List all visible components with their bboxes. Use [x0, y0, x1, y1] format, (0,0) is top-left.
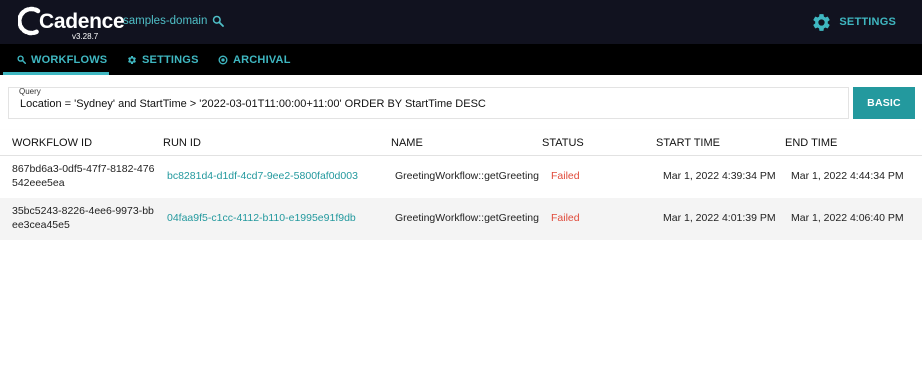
tab-archival[interactable]: ARCHIVAL — [218, 44, 291, 75]
tab-label: SETTINGS — [142, 53, 199, 66]
tab-label: WORKFLOWS — [31, 53, 108, 66]
cadence-logo[interactable]: Cadence v3.28.7 — [18, 5, 125, 41]
settings-label: SETTINGS — [839, 16, 896, 28]
query-label: Query — [19, 87, 41, 96]
version-label: v3.28.7 — [72, 32, 99, 41]
table-row: 35bc5243-8226-4ee6-9973-bbee3cea45e5 04f… — [0, 198, 922, 240]
status-badge: Failed — [551, 212, 580, 224]
search-icon[interactable] — [212, 15, 224, 27]
basic-mode-button[interactable]: BASIC — [853, 87, 915, 119]
start-time-cell: Mar 1, 2022 4:39:34 PM — [663, 170, 776, 182]
end-time-cell: Mar 1, 2022 4:44:34 PM — [791, 170, 904, 182]
tab-workflows[interactable]: WORKFLOWS — [3, 44, 109, 75]
workflow-id-cell: 867bd6a3-0df5-47f7-8182-476542eee5ea — [12, 163, 155, 189]
column-header-workflow-id: WORKFLOW ID — [12, 137, 93, 149]
logo-text: Cadence — [39, 10, 125, 33]
column-header-name: NAME — [391, 137, 423, 149]
domain-link[interactable]: samples-domain — [123, 15, 207, 27]
query-input[interactable]: Location = 'Sydney' and StartTime > '202… — [20, 98, 486, 110]
table-header: WORKFLOW ID RUN ID NAME STATUS START TIM… — [0, 130, 922, 156]
end-time-cell: Mar 1, 2022 4:06:40 PM — [791, 212, 904, 224]
run-id-link[interactable]: bc8281d4-d1df-4cd7-9ee2-5800faf0d003 — [167, 170, 358, 182]
column-header-end-time: END TIME — [785, 137, 838, 149]
run-id-link[interactable]: 04faa9f5-c1cc-4112-b110-e1995e91f9db — [167, 212, 356, 224]
settings-button[interactable]: SETTINGS — [811, 11, 896, 33]
tab-settings[interactable]: SETTINGS — [127, 44, 199, 75]
tab-bar: WORKFLOWS SETTINGS ARCHIVAL — [0, 44, 922, 75]
top-navbar: Cadence v3.28.7 samples-domain SETTINGS — [0, 0, 922, 44]
column-header-run-id: RUN ID — [163, 137, 201, 149]
query-field[interactable]: Query Location = 'Sydney' and StartTime … — [8, 87, 849, 119]
search-icon — [17, 55, 26, 64]
column-header-start-time: START TIME — [656, 137, 720, 149]
gear-icon — [813, 13, 831, 31]
tab-label: ARCHIVAL — [233, 53, 291, 66]
workflow-name-cell: GreetingWorkflow::getGreeting — [395, 212, 539, 224]
column-header-status: STATUS — [542, 137, 584, 149]
workflow-id-cell: 35bc5243-8226-4ee6-9973-bbee3cea45e5 — [12, 205, 154, 231]
archive-icon — [218, 55, 228, 64]
workflow-name-cell: GreetingWorkflow::getGreeting — [395, 170, 539, 182]
table-row: 867bd6a3-0df5-47f7-8182-476542eee5ea bc8… — [0, 156, 922, 198]
status-badge: Failed — [551, 170, 580, 182]
gear-icon — [128, 55, 136, 64]
start-time-cell: Mar 1, 2022 4:01:39 PM — [663, 212, 776, 224]
